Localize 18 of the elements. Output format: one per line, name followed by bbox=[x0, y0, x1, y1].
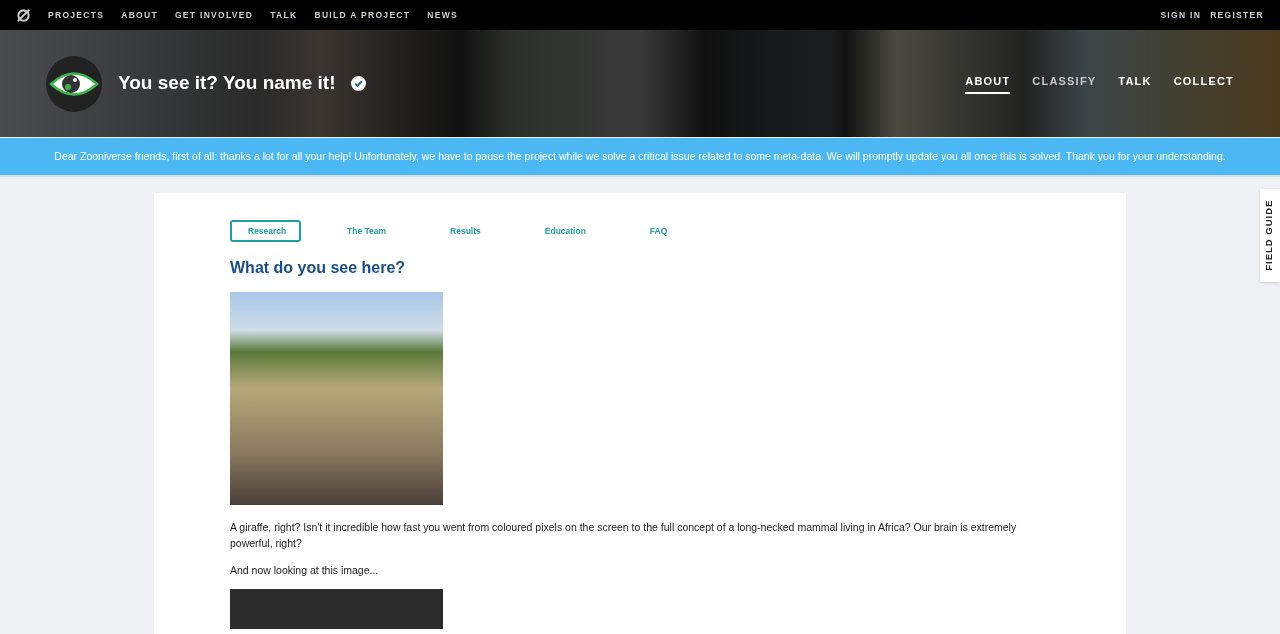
project-nav-link[interactable]: TALK bbox=[1118, 73, 1152, 94]
paragraph: And now looking at this image... bbox=[230, 563, 380, 578]
announcement-banner: Dear Zooniverse friends, first of all: thanks a lot for all your help! Unfortunately, we have to pause the project while we solve a critical issue related to some meta-data. We will promptly update you all once this is solved. Thank you for your understanding. bbox=[0, 138, 1280, 177]
section-heading: What do you see here? bbox=[230, 258, 407, 278]
nav-link[interactable]: ABOUT bbox=[121, 8, 158, 22]
project-title: You see it? You name it! bbox=[118, 71, 336, 96]
account-link[interactable]: REGISTER bbox=[1210, 8, 1264, 22]
field-guide-tab[interactable]: FIELD GUIDE bbox=[1260, 189, 1280, 282]
nav-link[interactable]: NEWS bbox=[427, 8, 458, 22]
logo-icon[interactable] bbox=[16, 7, 31, 23]
nav-link[interactable]: PROJECTS bbox=[48, 8, 105, 22]
nav-link[interactable]: BUILD A PROJECT bbox=[314, 8, 411, 22]
project-nav-link[interactable]: ABOUT bbox=[965, 73, 1011, 94]
nav-link[interactable]: GET INVOLVED bbox=[174, 8, 254, 22]
paragraph: A giraffe, right? Isn't it incredible how fast you went from coloured pixels on the screen to the full concept of a long-necked mammal living in Africa? Our brain is extremely powerful, right? bbox=[230, 520, 1018, 551]
project-nav-link[interactable]: COLLECT bbox=[1173, 73, 1234, 94]
account-link[interactable]: SIGN IN bbox=[1160, 8, 1202, 22]
nav-link[interactable]: TALK bbox=[270, 8, 298, 22]
